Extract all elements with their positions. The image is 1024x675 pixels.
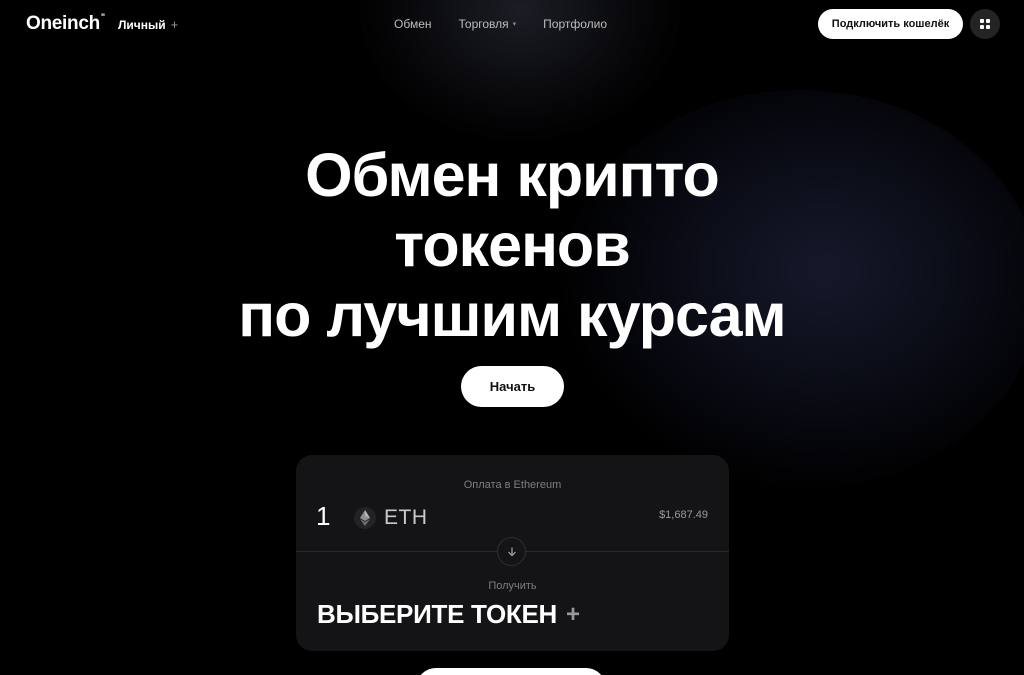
apps-menu-button[interactable] [970,9,1000,39]
hero-title: Обмен крипто токенов по лучшим курсам [0,140,1024,350]
receive-token-selector[interactable]: ВЫБЕРИТЕ ТОКЕН + [317,599,580,630]
hero-title-line: Обмен крипто [305,141,720,209]
logo[interactable]: Oneinch" [26,11,105,35]
logo-text: Oneinch [26,13,100,34]
nav-item-label: Портфолио [543,17,608,31]
account-type-label: Личный [118,17,166,32]
account-type-switch[interactable]: Личный + [118,17,178,32]
nav-item-label: Торговля [458,17,509,31]
pay-token-selector[interactable]: ETH [354,506,428,530]
chevron-down-icon: ▾ [512,21,517,28]
plus-icon: + [170,17,179,32]
hero-title-line: токенов [394,211,630,279]
connect-wallet-button[interactable]: Подключить кошелёк [818,9,963,39]
switch-direction-button[interactable] [497,537,526,566]
pay-amount-input[interactable]: 1 [316,501,330,532]
grid-icon [980,19,990,29]
nav-item-portfolio[interactable]: Портфолио [543,17,607,31]
pay-label: Оплата в Ethereum [463,479,562,491]
page: Oneinch" Личный + Обмен Торговля ▾ Портфо… [0,0,1024,675]
action-button[interactable] [416,668,606,675]
pay-usd-value: $1,687.49 [659,509,708,521]
logo-mark: " [100,11,105,22]
swap-widget: Оплата в Ethereum 1 ETH $1,687.49 Получи… [296,455,729,651]
pay-token-symbol: ETH [384,506,428,529]
arrow-down-icon [507,546,516,556]
plus-icon: + [565,600,580,628]
nav-item-trade[interactable]: Торговля ▾ [459,17,517,31]
hero-title-line: по лучшим курсам [238,281,786,349]
main-nav: Обмен Торговля ▾ Портфолио [394,17,607,31]
nav-item-label: Обмен [394,17,432,31]
receive-label: Получить [488,580,537,592]
select-token-label: ВЫБЕРИТЕ ТОКЕН [317,599,557,629]
start-button[interactable]: Начать [461,366,564,407]
ethereum-icon [354,507,376,529]
nav-item-swap[interactable]: Обмен [394,17,432,31]
top-bar: Oneinch" Личный + Обмен Торговля ▾ Портфо… [0,0,1024,48]
